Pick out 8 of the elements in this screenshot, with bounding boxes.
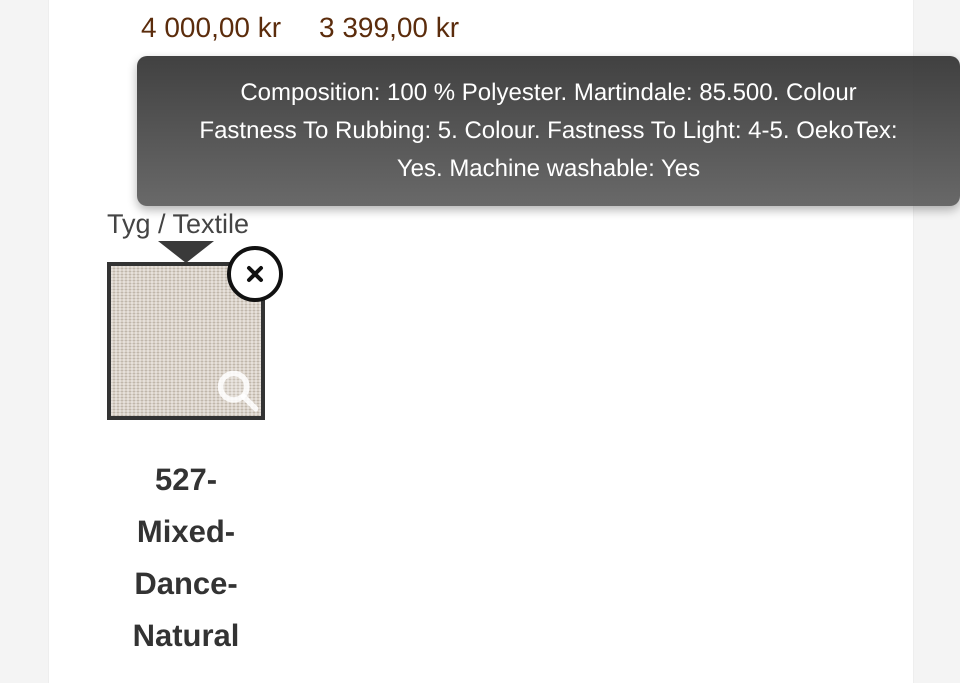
price: 3 399,00 kr <box>319 12 460 44</box>
tooltip-pointer <box>158 241 214 263</box>
fabric-swatch[interactable] <box>107 262 265 420</box>
option-label: Tyg / Textile <box>107 208 250 240</box>
close-icon <box>245 264 265 284</box>
tooltip-text: Composition: 100 % Polyester. Martindale: 85.500. Colour Fastness To Rubbing: 5. Colour. Fastness To Light: 4-5. OekoTex: Yes. Machine washable: Yes <box>198 78 899 184</box>
swatch-name: 527-Mixed-Dance-Natural <box>132 461 240 655</box>
price: 4 000,00 kr <box>141 12 282 44</box>
